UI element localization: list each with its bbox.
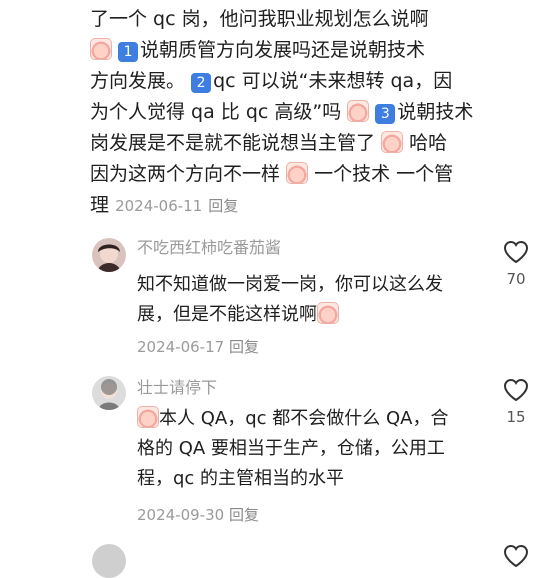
- comment-text-line: 知不知道做一岗爱一岗，你可以这么发: [137, 274, 443, 295]
- parent-line-3: 方向发展。 2 qc 可以说“未来想转 qa，因: [90, 70, 453, 93]
- parent-reply-button[interactable]: 回复: [208, 197, 238, 215]
- avatar[interactable]: [92, 376, 126, 410]
- parent-line-6: 因为这两个方向不一样 一个技术 一个管: [90, 162, 454, 185]
- parent-line-4: 为个人觉得 qa 比 qc 高级”吗 3 说朝技术: [90, 100, 474, 124]
- comment-text-line: 本人 QA，qc 都不会做什么 QA，合: [137, 404, 507, 434]
- number-three-icon: 3: [375, 104, 396, 124]
- heart-outline-icon[interactable]: [503, 240, 529, 264]
- like-button[interactable]: [502, 544, 530, 568]
- number-one-icon: 1: [118, 42, 139, 62]
- reply-button[interactable]: 回复: [229, 338, 259, 356]
- like-button[interactable]: 70: [502, 240, 530, 288]
- parent-line-1: 了一个 qc 岗，他问我职业规划怎么说啊: [90, 8, 429, 30]
- comment-date: 2024-09-30: [137, 506, 225, 524]
- crying-face-emoji-icon: [381, 131, 404, 153]
- parent-line-2: 1 说朝质管方向发展吗还是说朝技术: [90, 35, 510, 66]
- like-button[interactable]: 15: [502, 378, 530, 426]
- comment-text-line: 展，但是不能这样说啊: [137, 300, 507, 330]
- comment-username[interactable]: 不吃西红柿吃番茄酱: [137, 236, 507, 260]
- crying-face-emoji-icon: [137, 406, 159, 428]
- parent-line-7: 理 2024-06-11 回复: [90, 194, 239, 216]
- like-count: 70: [506, 270, 526, 288]
- avatar[interactable]: [92, 544, 126, 578]
- comment-content: 不吃西红柿吃番茄酱 知不知道做一岗爱一岗，你可以这么发 展，但是不能这样说啊 2…: [137, 236, 507, 357]
- avatar[interactable]: [92, 238, 126, 272]
- heart-outline-icon[interactable]: [503, 544, 529, 568]
- comment-meta: 2024-09-30 回复: [137, 504, 507, 525]
- comment-date: 2024-06-17: [137, 338, 225, 356]
- comment-meta: 2024-06-17 回复: [137, 336, 507, 357]
- comment-content: 壮士请停下 本人 QA，qc 都不会做什么 QA，合 格的 QA 要相当于生产，…: [137, 376, 507, 525]
- parent-line-5: 岗发展是不是就不能说想当主管了 哈哈: [90, 131, 448, 154]
- parent-comment-body: 了一个 qc 岗，他问我职业规划怎么说啊 1 说朝质管方向发展吗还是说朝技术 方向…: [90, 0, 510, 221]
- crying-face-emoji-icon: [347, 100, 370, 122]
- like-count: 15: [506, 408, 526, 426]
- comment-username[interactable]: 壮士请停下: [137, 376, 507, 400]
- heart-outline-icon[interactable]: [503, 378, 529, 402]
- reply-button[interactable]: 回复: [229, 506, 259, 524]
- crying-face-emoji-icon: [90, 38, 112, 60]
- comment-text-line: 程，qc 的主管相当的水平: [137, 468, 345, 489]
- crying-face-emoji-icon: [317, 302, 339, 324]
- comment-text-line: 格的 QA 要相当于生产，仓储，公用工: [137, 438, 445, 459]
- parent-date: 2024-06-11: [115, 197, 203, 215]
- number-two-icon: 2: [191, 73, 212, 93]
- crying-face-emoji-icon: [286, 162, 309, 184]
